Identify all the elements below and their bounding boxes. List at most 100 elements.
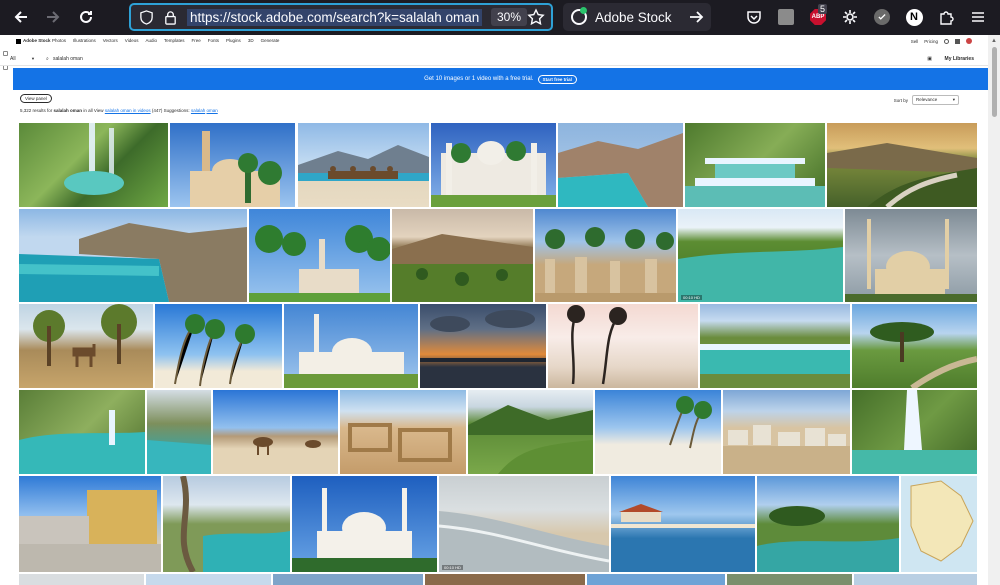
stock-thumbnail[interactable] bbox=[700, 304, 850, 388]
nav-audio[interactable]: Audio bbox=[145, 38, 157, 43]
profile-avatar-icon[interactable]: N bbox=[905, 8, 923, 26]
stock-thumbnail[interactable] bbox=[19, 574, 144, 585]
pocket-icon[interactable] bbox=[745, 8, 763, 26]
aerial-beach-video bbox=[439, 511, 609, 572]
stock-thumbnail[interactable] bbox=[19, 390, 145, 474]
help-icon[interactable] bbox=[944, 38, 949, 44]
back-button[interactable] bbox=[9, 6, 33, 28]
hamburger-menu-icon[interactable] bbox=[969, 8, 987, 26]
stock-thumbnail[interactable] bbox=[170, 123, 295, 207]
lagoon-pavilion-photo bbox=[611, 504, 755, 528]
stock-thumbnail[interactable] bbox=[558, 123, 683, 207]
stock-thumbnail[interactable] bbox=[852, 304, 977, 388]
camels-beach-photo bbox=[298, 145, 429, 181]
stock-thumbnail[interactable] bbox=[19, 476, 161, 572]
apps-grid-icon[interactable] bbox=[955, 38, 960, 44]
adobe-logo-icon[interactable] bbox=[16, 39, 21, 44]
stock-thumbnail[interactable] bbox=[685, 123, 825, 207]
view-panel-button[interactable]: View panel bbox=[20, 94, 52, 103]
stock-thumbnail[interactable] bbox=[292, 476, 437, 572]
stock-thumbnail[interactable] bbox=[284, 304, 418, 388]
zoom-level-button[interactable]: 30% bbox=[491, 8, 528, 26]
chevron-down-icon[interactable]: ▼ bbox=[31, 56, 35, 61]
lock-icon[interactable] bbox=[161, 8, 179, 26]
nav-photos[interactable]: Photos bbox=[52, 38, 66, 43]
stock-thumbnail[interactable] bbox=[757, 476, 899, 572]
search-icon[interactable]: ⌕ bbox=[46, 56, 49, 62]
stock-thumbnail[interactable] bbox=[727, 574, 852, 585]
nav-vectors[interactable]: Vectors bbox=[103, 38, 118, 43]
search-category-select[interactable]: All bbox=[10, 56, 16, 62]
stock-thumbnail[interactable]: 00:10 HD bbox=[439, 476, 609, 572]
stock-thumbnail[interactable] bbox=[852, 390, 977, 474]
checkmark-extension-icon[interactable] bbox=[873, 8, 891, 26]
stock-thumbnail[interactable]: 00:10 HD bbox=[678, 209, 843, 302]
stock-thumbnail[interactable] bbox=[723, 390, 850, 474]
sort-dropdown[interactable]: Relevance ▾ bbox=[912, 95, 959, 105]
reload-button[interactable] bbox=[74, 6, 98, 28]
my-libraries-button[interactable]: My Libraries bbox=[945, 56, 974, 62]
stock-thumbnail[interactable] bbox=[431, 123, 556, 207]
bookmark-star-icon[interactable] bbox=[527, 8, 545, 26]
nav-generate[interactable]: Generate bbox=[261, 38, 280, 43]
nav-templates[interactable]: Templates bbox=[164, 38, 185, 43]
stock-thumbnail[interactable] bbox=[548, 304, 698, 388]
nav-illustrations[interactable]: Illustrations bbox=[73, 38, 96, 43]
stock-thumbnail[interactable] bbox=[425, 574, 585, 585]
nav-sell[interactable]: Sell bbox=[911, 39, 919, 44]
cascades-photo bbox=[685, 158, 825, 207]
stock-thumbnail[interactable] bbox=[827, 123, 977, 207]
stock-thumbnail[interactable] bbox=[147, 390, 211, 474]
stock-thumbnail[interactable] bbox=[392, 209, 533, 302]
search-input[interactable]: salalah oman bbox=[53, 56, 83, 62]
sort-control: Sort by Relevance ▾ bbox=[894, 95, 959, 105]
nav-3d[interactable]: 3D bbox=[248, 38, 254, 43]
stock-thumbnail[interactable] bbox=[468, 390, 593, 474]
forward-button[interactable] bbox=[41, 6, 65, 28]
stock-thumbnail[interactable] bbox=[340, 390, 466, 474]
stock-thumbnail[interactable] bbox=[535, 209, 676, 302]
nav-free[interactable]: Free bbox=[192, 38, 201, 43]
extensions-puzzle-icon[interactable] bbox=[937, 8, 955, 26]
stock-thumbnail[interactable] bbox=[420, 304, 546, 388]
ancient-ruins-photo bbox=[348, 423, 452, 462]
stock-thumbnail[interactable] bbox=[19, 209, 247, 302]
visual-search-icon[interactable]: ▣ bbox=[927, 56, 932, 62]
start-free-trial-button[interactable]: Start free trial bbox=[537, 74, 577, 84]
stock-thumbnail[interactable] bbox=[854, 574, 977, 585]
nav-fonts[interactable]: Fonts bbox=[208, 38, 219, 43]
stock-thumbnail[interactable] bbox=[213, 390, 338, 474]
videos-link[interactable]: salalah oman in videos bbox=[105, 108, 151, 113]
shield-icon[interactable] bbox=[137, 8, 155, 26]
scroll-up-arrow-icon[interactable]: ▲ bbox=[991, 38, 997, 44]
extension-gray-icon[interactable] bbox=[777, 8, 795, 26]
scrollbar-thumb[interactable] bbox=[992, 47, 997, 117]
stock-thumbnail[interactable] bbox=[146, 574, 271, 585]
go-arrow-icon[interactable] bbox=[687, 8, 705, 26]
nav-plugins[interactable]: Plugins bbox=[226, 38, 241, 43]
url-bar[interactable]: https://stock.adobe.com/search?k=salalah… bbox=[129, 3, 553, 31]
brand-name[interactable]: Adobe Stock bbox=[23, 38, 51, 43]
nav-pricing[interactable]: Pricing bbox=[924, 39, 938, 44]
stock-thumbnail[interactable] bbox=[298, 123, 429, 207]
stock-thumbnail[interactable] bbox=[19, 123, 168, 207]
stock-thumbnail[interactable] bbox=[587, 574, 725, 585]
page-scrollbar[interactable]: ▲ bbox=[988, 35, 1000, 585]
user-avatar[interactable] bbox=[966, 38, 972, 44]
stock-thumbnail[interactable] bbox=[901, 476, 977, 572]
suggestion-link-salalah[interactable]: salalah bbox=[191, 108, 205, 113]
stock-thumbnail[interactable] bbox=[611, 476, 755, 572]
url-text[interactable]: https://stock.adobe.com/search?k=salalah… bbox=[187, 8, 483, 26]
stock-thumbnail[interactable] bbox=[249, 209, 390, 302]
nav-videos[interactable]: Videos bbox=[125, 38, 139, 43]
search-engine-box[interactable]: Adobe Stock bbox=[563, 3, 711, 31]
suggestion-link-oman[interactable]: oman bbox=[206, 108, 217, 113]
stock-thumbnail[interactable] bbox=[163, 476, 290, 572]
gear-icon[interactable] bbox=[841, 8, 859, 26]
stock-thumbnail[interactable] bbox=[845, 209, 977, 302]
stock-thumbnail[interactable] bbox=[155, 304, 282, 388]
stock-thumbnail[interactable] bbox=[19, 304, 153, 388]
stock-thumbnail[interactable] bbox=[595, 390, 721, 474]
stock-thumbnail[interactable] bbox=[273, 574, 423, 585]
arrow-right-icon bbox=[47, 11, 60, 23]
